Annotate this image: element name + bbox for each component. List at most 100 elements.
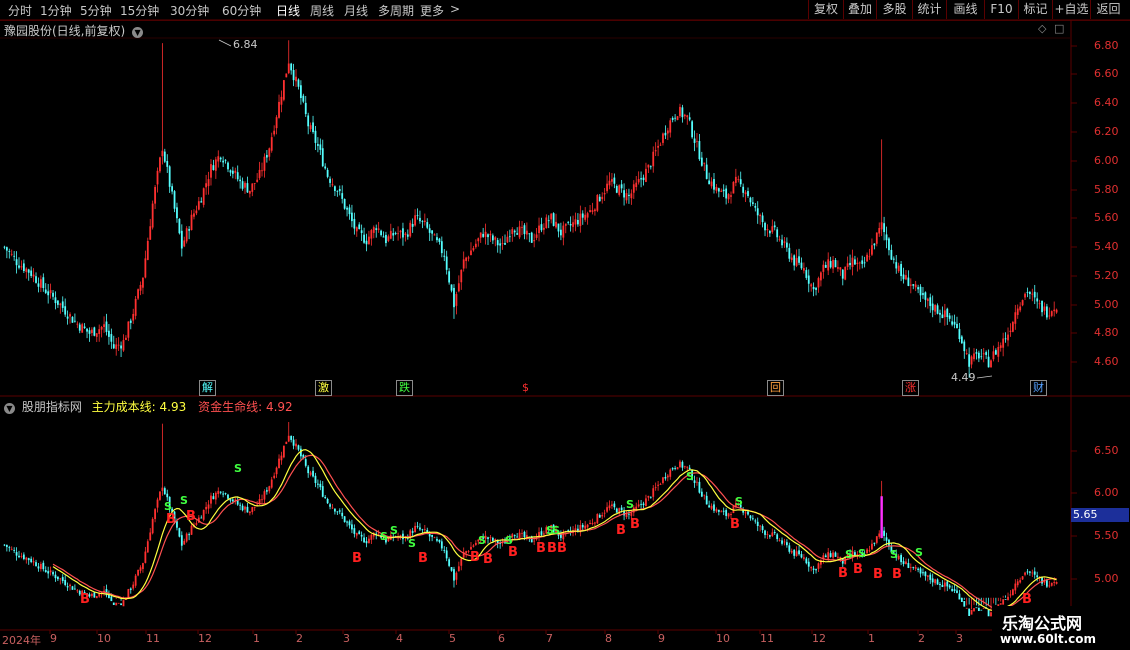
indicator-body — [975, 607, 978, 609]
buy-marker[interactable]: B — [186, 509, 196, 524]
signal-ji[interactable]: 激 — [315, 380, 332, 396]
candle-body — [460, 269, 463, 283]
indicator-body — [824, 555, 827, 558]
candle-body — [965, 353, 968, 354]
sell-marker[interactable]: S — [164, 500, 172, 513]
indicator-body — [900, 554, 902, 563]
signal-hui[interactable]: 回 — [767, 380, 784, 396]
sell-marker[interactable]: S — [626, 498, 634, 511]
indicator-body — [261, 499, 263, 501]
candle-body — [251, 183, 254, 192]
current-value-badge: 5.65 — [1071, 508, 1129, 522]
sell-marker[interactable]: S — [858, 547, 866, 560]
candle-body — [100, 326, 103, 330]
candle-body — [49, 290, 52, 294]
indicator-body — [730, 514, 732, 515]
signal-dollar[interactable]: $ — [519, 380, 532, 396]
low-price-label: 4.49 — [951, 371, 976, 384]
sell-marker[interactable]: S — [686, 470, 694, 483]
candle-body — [579, 213, 582, 227]
candle-body — [265, 154, 268, 158]
indicator-body — [241, 505, 244, 511]
candle-body — [134, 298, 137, 316]
candle-body — [679, 106, 681, 117]
candle-body — [793, 255, 796, 266]
buy-marker[interactable]: B — [536, 541, 546, 556]
indicator-body — [416, 525, 419, 527]
buy-marker[interactable]: B — [630, 517, 640, 532]
buy-marker[interactable]: B — [352, 551, 362, 566]
indicator-body — [642, 503, 645, 506]
candle-body — [710, 181, 713, 187]
watermark-name: 乐淘公式网 — [1002, 614, 1083, 633]
chevron-down-icon[interactable]: ▼ — [4, 403, 15, 414]
candle-body — [594, 209, 596, 212]
candle-body — [929, 297, 932, 307]
candle-body — [161, 150, 164, 157]
sell-marker[interactable]: S — [552, 524, 560, 537]
sell-marker[interactable]: S — [890, 548, 898, 561]
indicator-body — [433, 537, 436, 539]
sell-marker[interactable]: S — [380, 530, 388, 543]
signal-die[interactable]: 跌 — [396, 380, 413, 396]
candle-body — [307, 115, 310, 127]
buy-marker[interactable]: B — [838, 566, 848, 581]
buy-marker[interactable]: B — [873, 567, 883, 582]
buy-marker[interactable]: B — [508, 545, 518, 560]
candle-body — [902, 274, 905, 280]
sell-marker[interactable]: S — [234, 462, 242, 475]
buy-marker[interactable]: B — [1022, 592, 1032, 607]
buy-marker[interactable]: B — [892, 567, 902, 582]
sell-marker[interactable]: S — [735, 495, 743, 508]
indicator-body — [1031, 572, 1034, 574]
candle-body — [788, 247, 791, 259]
candle-body — [25, 268, 28, 272]
candle-body — [734, 176, 737, 183]
candle-body — [671, 117, 674, 120]
signal-cai[interactable]: 财 — [1030, 380, 1047, 396]
indicator-body — [781, 540, 783, 544]
buy-marker[interactable]: B — [547, 541, 557, 556]
sell-marker[interactable]: S — [478, 534, 486, 547]
buy-marker[interactable]: B — [616, 523, 626, 538]
indicator-body — [25, 557, 28, 560]
buy-marker[interactable]: B — [418, 551, 428, 566]
buy-marker[interactable]: B — [483, 552, 493, 567]
high-price-label: 6.84 — [233, 38, 258, 51]
candle-body — [990, 360, 992, 368]
sell-marker[interactable]: S — [390, 524, 398, 537]
candle-body — [973, 353, 975, 360]
candle-body — [900, 264, 902, 277]
candle-body — [861, 260, 864, 264]
chevron-down-icon[interactable]: ▼ — [132, 27, 144, 38]
signal-jie[interactable]: 解 — [199, 380, 216, 396]
sell-marker[interactable]: S — [408, 537, 416, 550]
candle-body — [302, 95, 305, 102]
indicator-body — [156, 499, 159, 508]
candle-body — [846, 263, 849, 267]
candle-body — [922, 293, 924, 295]
candle-body — [222, 160, 225, 163]
sell-marker[interactable]: S — [915, 546, 923, 559]
candle-body — [246, 183, 249, 193]
candle-body — [338, 189, 341, 192]
sell-marker[interactable]: S — [180, 494, 188, 507]
candle-body — [440, 241, 443, 254]
sell-marker[interactable]: S — [845, 548, 853, 561]
indicator-body — [188, 534, 191, 536]
indicator-body — [487, 537, 489, 539]
indicator-body — [326, 498, 329, 504]
buy-marker[interactable]: B — [853, 562, 863, 577]
buy-marker[interactable]: B — [80, 592, 90, 607]
buy-marker[interactable]: B — [166, 512, 176, 527]
buy-marker[interactable]: B — [470, 550, 480, 565]
candle-body — [506, 236, 509, 243]
signal-zhang[interactable]: 涨 — [902, 380, 919, 396]
sell-marker[interactable]: S — [505, 534, 513, 547]
buy-marker[interactable]: B — [730, 517, 740, 532]
window-icon[interactable]: □ — [1054, 22, 1064, 35]
diamond-icon[interactable]: ◇ — [1038, 22, 1046, 35]
buy-marker[interactable]: B — [557, 541, 567, 556]
indicator-body — [756, 521, 759, 527]
indicator-body — [812, 568, 815, 570]
